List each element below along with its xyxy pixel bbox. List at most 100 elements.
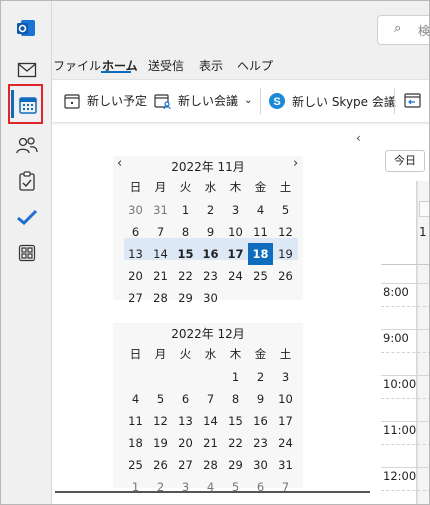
calendar-day[interactable]: 24	[273, 432, 298, 454]
time-label: 10:00	[383, 377, 417, 391]
calendar-day[interactable]: 4	[248, 199, 273, 221]
calendar-day[interactable]: 8	[173, 221, 198, 243]
calendar-day[interactable]: 25	[248, 265, 273, 287]
calendar-day[interactable]: 6	[248, 476, 273, 498]
calendar-day[interactable]: 31	[273, 454, 298, 476]
calendar-day[interactable]: 24	[223, 265, 248, 287]
hour-line	[381, 375, 429, 376]
collapse-pane-chevron-icon[interactable]: ‹	[356, 131, 361, 145]
calendar-day[interactable]: 1	[173, 199, 198, 221]
calendar-day[interactable]: 9	[198, 221, 223, 243]
event-strip[interactable]	[419, 201, 429, 217]
ribbon: 新しい予定 新しい会議 ⌄ S 新しい Skype 会議	[52, 79, 429, 123]
calendar-day[interactable]: 26	[273, 265, 298, 287]
weekday-header: 火	[179, 180, 192, 194]
calendar-day[interactable]: 19	[148, 432, 173, 454]
calendar-day[interactable]: 5	[148, 388, 173, 410]
calendar-day[interactable]: 14	[148, 243, 173, 265]
active-tab-underline	[101, 71, 131, 73]
calendar-day[interactable]: 8	[223, 388, 248, 410]
apps-icon[interactable]	[16, 242, 38, 264]
calendar-day[interactable]: 6	[123, 221, 148, 243]
calendar-day[interactable]: 28	[198, 454, 223, 476]
calendar-day[interactable]: 18	[123, 432, 148, 454]
ribbon-separator	[260, 88, 261, 114]
calendar-day[interactable]: 14	[198, 410, 223, 432]
calendar-day[interactable]: 12	[148, 410, 173, 432]
calendar-day[interactable]: 31	[148, 199, 173, 221]
calendar-day[interactable]: 4	[123, 388, 148, 410]
half-hour-line	[381, 398, 429, 399]
calendar-day[interactable]: 30	[248, 454, 273, 476]
calendar-day[interactable]: 30	[198, 287, 223, 309]
menu-help[interactable]: ヘルプ	[237, 57, 273, 74]
calendar-day[interactable]: 7	[148, 221, 173, 243]
calendar-day[interactable]: 5	[273, 199, 298, 221]
calendar-day[interactable]: 5	[223, 476, 248, 498]
calendar-day[interactable]: 22	[173, 265, 198, 287]
calendar-day[interactable]: 3	[173, 476, 198, 498]
calendar-day[interactable]: 30	[123, 199, 148, 221]
mail-icon[interactable]	[16, 59, 38, 81]
go-to-button[interactable]	[404, 92, 422, 108]
calendar-day[interactable]: 1	[223, 366, 248, 388]
calendar-day[interactable]: 4	[198, 476, 223, 498]
day-view: 今日 1 8:00 9:00 10:00 11:00 12:00	[371, 141, 429, 504]
calendar-day[interactable]: 29	[223, 454, 248, 476]
calendar-day[interactable]: 20	[123, 265, 148, 287]
calendar-day[interactable]: 20	[173, 432, 198, 454]
calendar-day[interactable]: 10	[273, 388, 298, 410]
calendar-day[interactable]: 23	[248, 432, 273, 454]
calendar-day[interactable]: 11	[123, 410, 148, 432]
calendar-day[interactable]: 6	[173, 388, 198, 410]
calendar-day[interactable]: 7	[273, 476, 298, 498]
weekday-header: 月	[154, 347, 167, 361]
calendar-day[interactable]: 27	[173, 454, 198, 476]
calendar-day[interactable]: 12	[273, 221, 298, 243]
calendar-day[interactable]: 26	[148, 454, 173, 476]
calendar-day[interactable]: 2	[198, 199, 223, 221]
calendar-day[interactable]: 2	[248, 366, 273, 388]
calendar-day[interactable]: 7	[198, 388, 223, 410]
new-meeting-button[interactable]: 新しい会議 ⌄	[154, 92, 252, 109]
next-month-chevron-icon[interactable]: ›	[293, 156, 298, 171]
menu-file[interactable]: ファイル	[53, 57, 101, 74]
tasks-icon[interactable]	[16, 170, 38, 192]
calendar-day[interactable]: 29	[173, 287, 198, 309]
menu-send-receive[interactable]: 送受信	[148, 57, 184, 74]
search-placeholder: 検	[418, 24, 430, 38]
calendar-day[interactable]: 13	[173, 410, 198, 432]
calendar-day[interactable]: 10	[223, 221, 248, 243]
calendar-day[interactable]: 21	[198, 432, 223, 454]
today-button[interactable]: 今日	[385, 150, 425, 172]
calendar-day[interactable]: 17	[223, 243, 248, 265]
calendar-day[interactable]: 13	[123, 243, 148, 265]
calendar-day[interactable]: 23	[198, 265, 223, 287]
calendar-day-today[interactable]: 18	[248, 243, 273, 265]
calendar-day[interactable]: 28	[148, 287, 173, 309]
calendar-day[interactable]: 25	[123, 454, 148, 476]
calendar-day[interactable]: 27	[123, 287, 148, 309]
calendar-day[interactable]: 15	[223, 410, 248, 432]
calendar-day[interactable]: 9	[248, 388, 273, 410]
calendar-day[interactable]: 15	[173, 243, 198, 265]
calendar-day[interactable]: 17	[273, 410, 298, 432]
calendar-day[interactable]: 3	[273, 366, 298, 388]
todo-check-icon[interactable]	[16, 206, 38, 228]
new-appointment-button[interactable]: 新しい予定	[64, 92, 147, 109]
ribbon-separator-2	[394, 88, 395, 114]
calendar-day[interactable]: 16	[248, 410, 273, 432]
menu-view[interactable]: 表示	[199, 57, 223, 74]
search-box[interactable]: ⌕ 検	[377, 15, 430, 45]
calendar-day[interactable]: 19	[273, 243, 298, 265]
calendar-day[interactable]: 16	[198, 243, 223, 265]
new-skype-meeting-button[interactable]: S 新しい Skype 会議	[268, 92, 396, 110]
calendar-day[interactable]: 1	[123, 476, 148, 498]
calendar-day[interactable]: 22	[223, 432, 248, 454]
chevron-down-icon[interactable]: ⌄	[244, 95, 252, 106]
people-icon[interactable]	[16, 134, 38, 156]
calendar-day[interactable]: 2	[148, 476, 173, 498]
calendar-day[interactable]: 11	[248, 221, 273, 243]
calendar-day[interactable]: 3	[223, 199, 248, 221]
calendar-day[interactable]: 21	[148, 265, 173, 287]
